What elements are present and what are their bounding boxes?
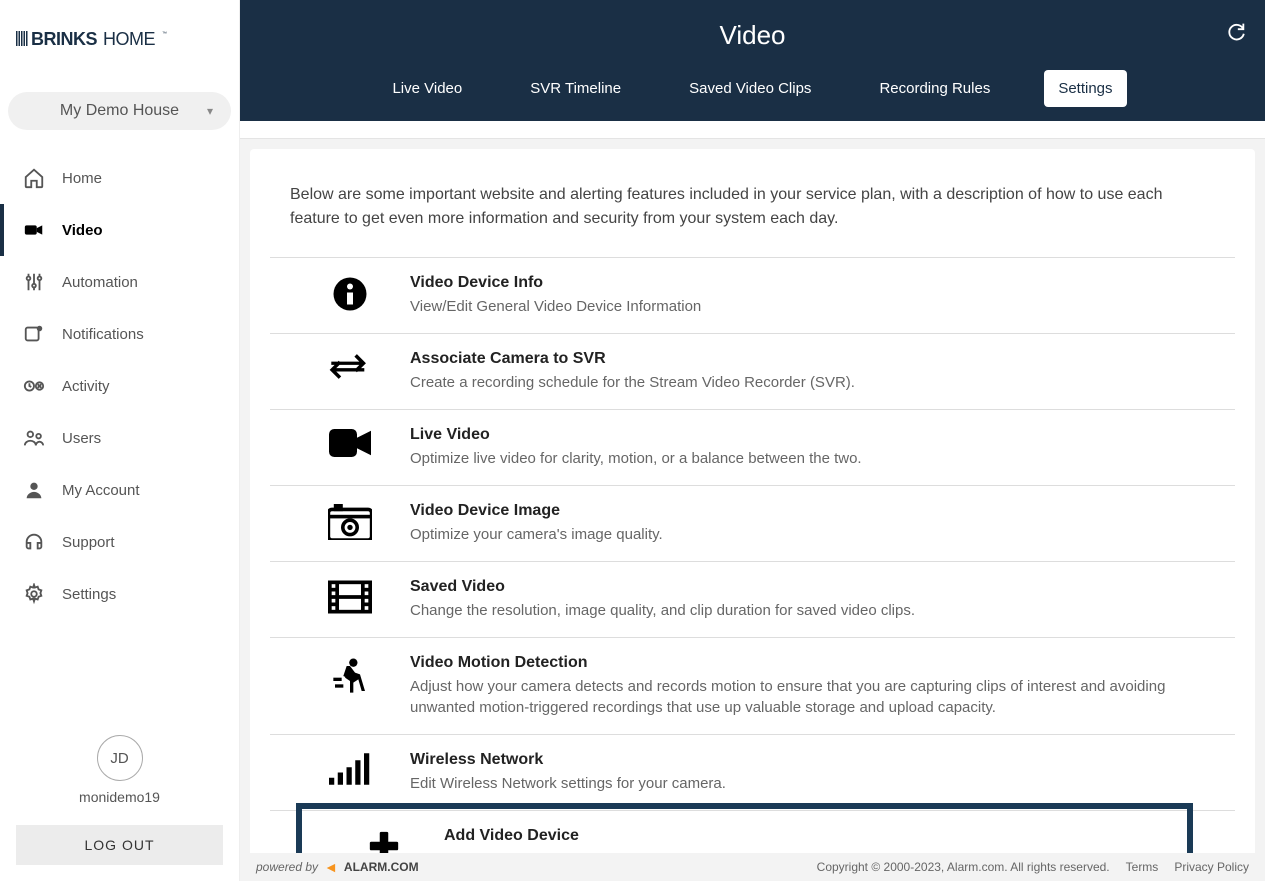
main: Video Live Video SVR Timeline Saved Vide… — [240, 0, 1265, 881]
sidebar-item-label: Activity — [62, 378, 110, 395]
copyright: Copyright © 2000-2023, Alarm.com. All ri… — [817, 860, 1110, 874]
header: Video Live Video SVR Timeline Saved Vide… — [240, 0, 1265, 121]
sidebar-item-support[interactable]: Support — [0, 516, 239, 568]
sidebar-item-label: Video — [62, 222, 103, 239]
footer: powered by ◄ ALARM.COM Copyright © 2000-… — [240, 853, 1265, 881]
video-icon — [22, 218, 46, 242]
sidebar-item-label: Automation — [62, 274, 138, 291]
sidebar-item-label: Notifications — [62, 326, 144, 343]
plus-icon — [324, 827, 444, 853]
alarm-logo-icon: ◄ — [324, 859, 338, 875]
avatar[interactable]: JD — [97, 735, 143, 781]
home-icon — [22, 166, 46, 190]
sidebar-footer: JD monidemo19 LOG OUT — [0, 725, 239, 881]
setting-desc: Adjust how your camera detects and recor… — [410, 676, 1215, 718]
logout-button[interactable]: LOG OUT — [16, 825, 223, 865]
sidebar-nav: Home Video Automation Notifications — [0, 140, 239, 725]
sidebar-item-home[interactable]: Home — [0, 152, 239, 204]
setting-motion-detection[interactable]: Video Motion Detection Adjust how your c… — [270, 638, 1235, 735]
refresh-icon[interactable] — [1225, 20, 1247, 47]
setting-live-video[interactable]: Live Video Optimize live video for clari… — [270, 410, 1235, 486]
setting-desc: Edit Wireless Network settings for your … — [410, 773, 1215, 794]
powered-by: powered by — [256, 860, 318, 874]
house-selector[interactable]: My Demo House ▾ — [8, 92, 231, 130]
sidebar-item-label: Support — [62, 534, 115, 551]
setting-title: Saved Video — [410, 578, 1215, 596]
automation-icon — [22, 270, 46, 294]
setting-title: Video Motion Detection — [410, 654, 1215, 672]
tab-settings[interactable]: Settings — [1044, 70, 1126, 107]
setting-title: Associate Camera to SVR — [410, 350, 1215, 368]
photo-camera-icon — [290, 502, 410, 540]
page-title: Video — [719, 20, 785, 51]
setting-desc: Optimize your camera's image quality. — [410, 524, 1215, 545]
settings-list: Video Device Info View/Edit General Vide… — [270, 257, 1235, 853]
content-panel: Below are some important website and ale… — [250, 149, 1255, 853]
setting-title: Wireless Network — [410, 751, 1215, 769]
arrows-icon — [290, 350, 410, 384]
sidebar-item-automation[interactable]: Automation — [0, 256, 239, 308]
house-selector-label: My Demo House — [60, 102, 179, 120]
film-icon — [290, 578, 410, 614]
chevron-down-icon: ▾ — [207, 104, 213, 118]
info-icon — [290, 274, 410, 312]
sidebar-item-label: My Account — [62, 482, 140, 499]
tab-recording-rules[interactable]: Recording Rules — [865, 70, 1004, 107]
sidebar-item-account[interactable]: My Account — [0, 464, 239, 516]
setting-desc: Optimize live video for clarity, motion,… — [410, 448, 1215, 469]
setting-saved-video[interactable]: Saved Video Change the resolution, image… — [270, 562, 1235, 638]
sidebar-item-users[interactable]: Users — [0, 412, 239, 464]
sidebar-item-activity[interactable]: Activity — [0, 360, 239, 412]
terms-link[interactable]: Terms — [1126, 860, 1159, 874]
intro-text: Below are some important website and ale… — [270, 183, 1235, 231]
setting-wireless-network[interactable]: Wireless Network Edit Wireless Network s… — [270, 735, 1235, 811]
sidebar-item-notifications[interactable]: Notifications — [0, 308, 239, 360]
activity-icon — [22, 374, 46, 398]
setting-title: Add Video Device — [444, 827, 1165, 845]
setting-title: Live Video — [410, 426, 1215, 444]
svg-text:™: ™ — [162, 31, 167, 37]
sidebar-item-label: Settings — [62, 586, 116, 603]
setting-desc: View/Edit General Video Device Informati… — [410, 296, 1215, 317]
setting-video-device-info[interactable]: Video Device Info View/Edit General Vide… — [270, 258, 1235, 334]
motion-icon — [290, 654, 410, 696]
account-icon — [22, 478, 46, 502]
setting-desc: Change the resolution, image quality, an… — [410, 600, 1215, 621]
sidebar-item-label: Home — [62, 170, 102, 187]
sidebar-item-settings[interactable]: Settings — [0, 568, 239, 620]
setting-title: Video Device Image — [410, 502, 1215, 520]
notifications-icon — [22, 322, 46, 346]
sidebar: BRINKS HOME ™ My Demo House ▾ Home Vi — [0, 0, 240, 881]
support-icon — [22, 530, 46, 554]
camera-icon — [290, 426, 410, 458]
username: monidemo19 — [16, 789, 223, 805]
alarm-logo-text: ALARM.COM — [344, 860, 419, 874]
setting-associate-camera[interactable]: Associate Camera to SVR Create a recordi… — [270, 334, 1235, 410]
tab-saved-clips[interactable]: Saved Video Clips — [675, 70, 825, 107]
svg-text:HOME: HOME — [103, 29, 155, 49]
tab-live-video[interactable]: Live Video — [378, 70, 476, 107]
tab-svr-timeline[interactable]: SVR Timeline — [516, 70, 635, 107]
setting-add-device[interactable]: Add Video Device Add a video camera or S… — [304, 811, 1185, 853]
svg-text:BRINKS: BRINKS — [31, 29, 97, 49]
settings-icon — [22, 582, 46, 606]
sidebar-item-video[interactable]: Video — [0, 204, 239, 256]
users-icon — [22, 426, 46, 450]
tabs: Live Video SVR Timeline Saved Video Clip… — [240, 70, 1265, 121]
setting-desc: Create a recording schedule for the Stre… — [410, 372, 1215, 393]
brand-logo: BRINKS HOME ™ — [0, 0, 239, 74]
setting-title: Video Device Info — [410, 274, 1215, 292]
subheader — [240, 121, 1265, 139]
setting-device-image[interactable]: Video Device Image Optimize your camera'… — [270, 486, 1235, 562]
sidebar-item-label: Users — [62, 430, 101, 447]
signal-icon — [290, 751, 410, 785]
privacy-link[interactable]: Privacy Policy — [1174, 860, 1249, 874]
